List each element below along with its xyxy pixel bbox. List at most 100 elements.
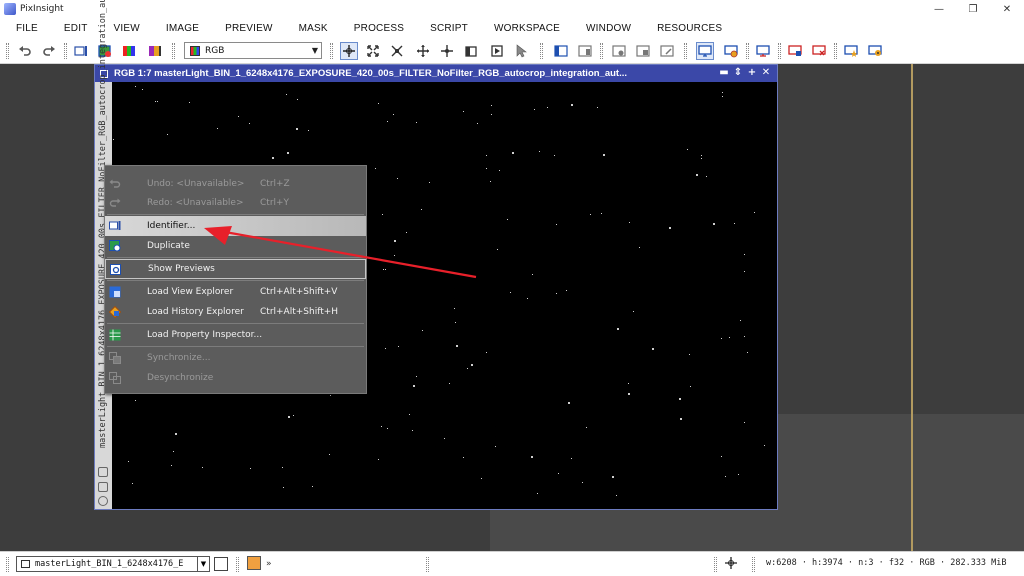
fit-view-icon[interactable] <box>98 467 108 477</box>
statusbar-grip-5[interactable] <box>752 557 755 572</box>
toolbar-grip-2[interactable] <box>64 43 67 59</box>
menu-workspace[interactable]: WORKSPACE <box>494 23 560 34</box>
menu-process[interactable]: PROCESS <box>354 23 404 34</box>
app-title: PixInsight <box>20 4 64 14</box>
mask-invert-button[interactable] <box>658 42 676 60</box>
toolbar-grip-6[interactable] <box>600 43 603 59</box>
maximize-window-button[interactable]: + <box>745 66 759 80</box>
menu-separator <box>107 257 364 258</box>
screen-red-button[interactable] <box>786 42 804 60</box>
toolbar-grip-4[interactable] <box>330 43 333 59</box>
monitor-alert-button[interactable] <box>722 42 740 60</box>
view-mode-button[interactable] <box>214 557 228 571</box>
menu-image[interactable]: IMAGE <box>166 23 199 34</box>
statusbar-grip-4[interactable] <box>714 557 717 572</box>
menu-view[interactable]: VIEW <box>114 23 140 34</box>
stf-link-button[interactable] <box>576 42 594 60</box>
toolbar-grip-5[interactable] <box>540 43 543 59</box>
menu-resources[interactable]: RESOURCES <box>657 23 722 34</box>
star-dot <box>539 151 540 152</box>
maximize-button[interactable]: ❐ <box>956 0 990 18</box>
link-view-icon[interactable] <box>98 482 108 492</box>
fit-window-button[interactable] <box>462 42 480 60</box>
menu-load-history-explorer[interactable]: Load History Explorer Ctrl+Alt+Shift+H <box>105 302 366 322</box>
toolbar-grip-9[interactable] <box>778 43 781 59</box>
screen-button[interactable] <box>754 42 772 60</box>
star-dot <box>603 154 605 156</box>
screen-close-button[interactable] <box>810 42 828 60</box>
channels-button[interactable] <box>146 42 164 60</box>
menu-duplicate[interactable]: Duplicate <box>105 236 366 256</box>
more-tools-button[interactable]: » <box>266 559 272 569</box>
view-explorer-icon <box>109 286 121 298</box>
monitor-button[interactable] <box>696 42 714 60</box>
stf-button[interactable] <box>552 42 570 60</box>
menu-window[interactable]: WINDOW <box>586 23 631 34</box>
toolbar-grip-10[interactable] <box>834 43 837 59</box>
menu-preview[interactable]: PREVIEW <box>225 23 273 34</box>
statusbar-grip-3[interactable] <box>426 557 429 572</box>
redo-button[interactable] <box>40 42 58 60</box>
star-dot <box>421 209 422 210</box>
screen-star-button[interactable] <box>842 42 860 60</box>
previews-icon <box>110 264 121 275</box>
star-dot <box>534 109 535 110</box>
center-button[interactable] <box>438 42 456 60</box>
undo-button[interactable] <box>16 42 34 60</box>
iconize-button[interactable]: ⇕ <box>731 66 745 80</box>
menu-identifier[interactable]: Identifier... <box>105 216 366 236</box>
menu-script[interactable]: SCRIPT <box>430 23 468 34</box>
window-controls: — ❐ ✕ <box>922 0 1024 18</box>
star-dot <box>272 157 274 159</box>
menu-load-view-explorer[interactable]: Load View Explorer Ctrl+Alt+Shift+V <box>105 282 366 302</box>
zoom-1to1-button[interactable] <box>388 42 406 60</box>
monitor-icon <box>698 45 712 57</box>
readout-mode-button[interactable] <box>340 42 358 60</box>
monitor-alert-icon <box>724 45 738 58</box>
star-dot <box>537 493 538 494</box>
star-dot <box>394 255 395 256</box>
star-dot <box>680 418 682 420</box>
image-window-titlebar[interactable]: RGB 1:7 masterLight_BIN_1_6248x4176_EXPO… <box>95 65 777 82</box>
toolbar-grip-3[interactable] <box>172 43 175 59</box>
menu-separator <box>107 214 364 215</box>
color-swatch-button[interactable] <box>247 556 261 570</box>
statusbar-grip[interactable] <box>6 557 9 572</box>
mask-show-button[interactable] <box>610 42 628 60</box>
redo-icon <box>43 46 55 56</box>
identifier-button[interactable] <box>72 42 90 60</box>
star-dot <box>740 320 741 321</box>
screen-settings-button[interactable] <box>866 42 884 60</box>
menu-separator <box>107 323 364 324</box>
zoom-fit-button[interactable] <box>364 42 382 60</box>
color-image-button[interactable] <box>120 42 138 60</box>
toolbar-grip-7[interactable] <box>684 43 687 59</box>
shade-button[interactable]: ▬ <box>717 66 731 80</box>
star-dot <box>706 176 707 177</box>
menu-edit[interactable]: EDIT <box>64 23 88 34</box>
menu-show-previews[interactable]: Show Previews <box>105 259 366 279</box>
color-space-select[interactable]: RGB ▼ <box>184 42 322 59</box>
undo-icon <box>109 179 121 188</box>
minimize-button[interactable]: — <box>922 0 956 18</box>
statusbar-grip-2[interactable] <box>236 557 239 572</box>
toolbar-grip-8[interactable] <box>746 43 749 59</box>
star-dot <box>629 222 630 223</box>
toolbar-grip[interactable] <box>6 43 9 59</box>
mask-enable-button[interactable] <box>634 42 652 60</box>
menu-desynchronize-label: Desynchronize <box>147 373 214 383</box>
pan-button[interactable] <box>414 42 432 60</box>
menu-load-property-inspector[interactable]: Load Property Inspector... <box>105 325 366 345</box>
star-dot <box>406 232 407 233</box>
star-dot <box>497 249 498 250</box>
pointer-button[interactable] <box>512 42 530 60</box>
star-dot <box>167 134 168 135</box>
close-window-button[interactable]: ✕ <box>759 66 773 80</box>
star-dot <box>617 328 619 330</box>
menu-mask[interactable]: MASK <box>299 23 328 34</box>
preview-button[interactable] <box>488 42 506 60</box>
menu-file[interactable]: FILE <box>16 23 38 34</box>
view-selector[interactable]: masterLight_BIN_1_6248x4176_E ▼ <box>16 556 210 572</box>
view-settings-icon[interactable] <box>98 496 108 506</box>
close-button[interactable]: ✕ <box>990 0 1024 18</box>
